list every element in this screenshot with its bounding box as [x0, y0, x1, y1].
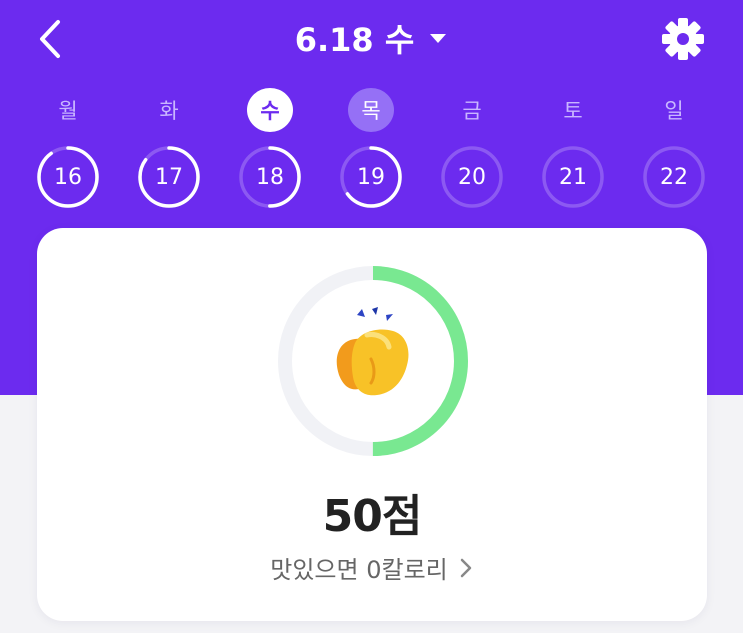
day-number: 17 — [155, 164, 183, 190]
day-button[interactable]: 21 — [540, 144, 606, 210]
day-number: 21 — [559, 164, 587, 190]
weekday-label: 수 — [247, 88, 293, 132]
page-title: 6.18 수 — [294, 21, 415, 59]
day-number: 19 — [357, 164, 385, 190]
chevron-right-icon — [460, 558, 471, 577]
day-number: 18 — [256, 164, 284, 190]
day-button[interactable]: 22 — [641, 144, 707, 210]
subtitle-link[interactable]: 맛있으면 0칼로리 — [37, 550, 707, 585]
caret-down-icon[interactable] — [428, 31, 448, 45]
day-button[interactable]: 16 — [35, 144, 101, 210]
day-number: 22 — [660, 164, 688, 190]
day-number: 16 — [54, 164, 82, 190]
weekday-label: 토 — [563, 99, 583, 123]
subtitle-text: 맛있으면 0칼로리 — [270, 556, 448, 584]
day-number: 20 — [458, 164, 486, 190]
clapping-hands-icon — [336, 307, 409, 396]
weekday-label: 금 — [462, 99, 482, 123]
score-card: 50점 맛있으면 0칼로리 — [37, 228, 707, 621]
weekday-label: 목 — [348, 88, 394, 132]
weekday-label: 월 — [58, 99, 78, 123]
day-button[interactable]: 20 — [439, 144, 505, 210]
gear-icon — [662, 18, 704, 60]
score-ring — [278, 266, 468, 456]
weekday-label: 일 — [664, 99, 684, 123]
day-button[interactable]: 18 — [237, 144, 303, 210]
score-value: 50점 — [322, 491, 423, 542]
weekday-label: 화 — [159, 99, 179, 123]
date-selector[interactable]: 6.18 수 — [0, 14, 743, 62]
settings-button[interactable] — [658, 14, 708, 64]
day-button[interactable]: 17 — [136, 144, 202, 210]
app-header: 6.18 수 — [0, 0, 743, 80]
day-button[interactable]: 19 — [338, 144, 404, 210]
